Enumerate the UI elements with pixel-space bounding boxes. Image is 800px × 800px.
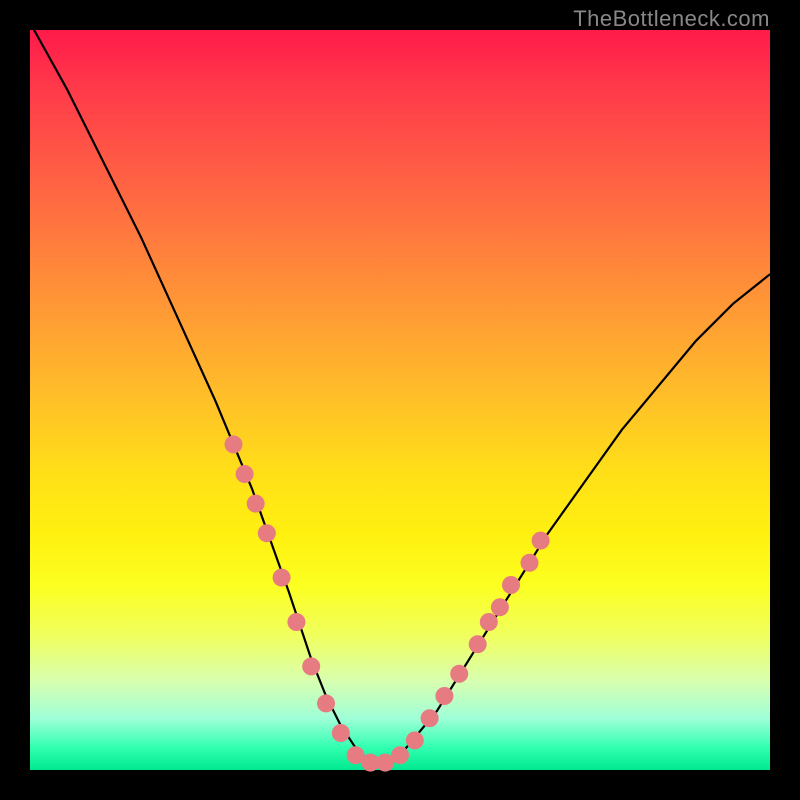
data-marker <box>406 731 424 749</box>
data-marker <box>317 694 335 712</box>
data-marker <box>521 554 539 572</box>
data-marker <box>247 495 265 513</box>
data-marker <box>287 613 305 631</box>
data-marker <box>391 746 409 764</box>
data-marker <box>532 532 550 550</box>
data-marker <box>236 465 254 483</box>
data-marker <box>502 576 520 594</box>
data-marker <box>491 598 509 616</box>
watermark-text: TheBottleneck.com <box>573 6 770 32</box>
data-marker <box>302 657 320 675</box>
data-marker <box>258 524 276 542</box>
data-marker <box>273 569 291 587</box>
data-marker <box>225 435 243 453</box>
data-markers <box>225 435 550 771</box>
data-marker <box>421 709 439 727</box>
chart-overlay <box>30 30 770 770</box>
bottleneck-curve <box>30 23 770 763</box>
data-marker <box>480 613 498 631</box>
data-marker <box>469 635 487 653</box>
data-marker <box>332 724 350 742</box>
data-marker <box>435 687 453 705</box>
data-marker <box>450 665 468 683</box>
